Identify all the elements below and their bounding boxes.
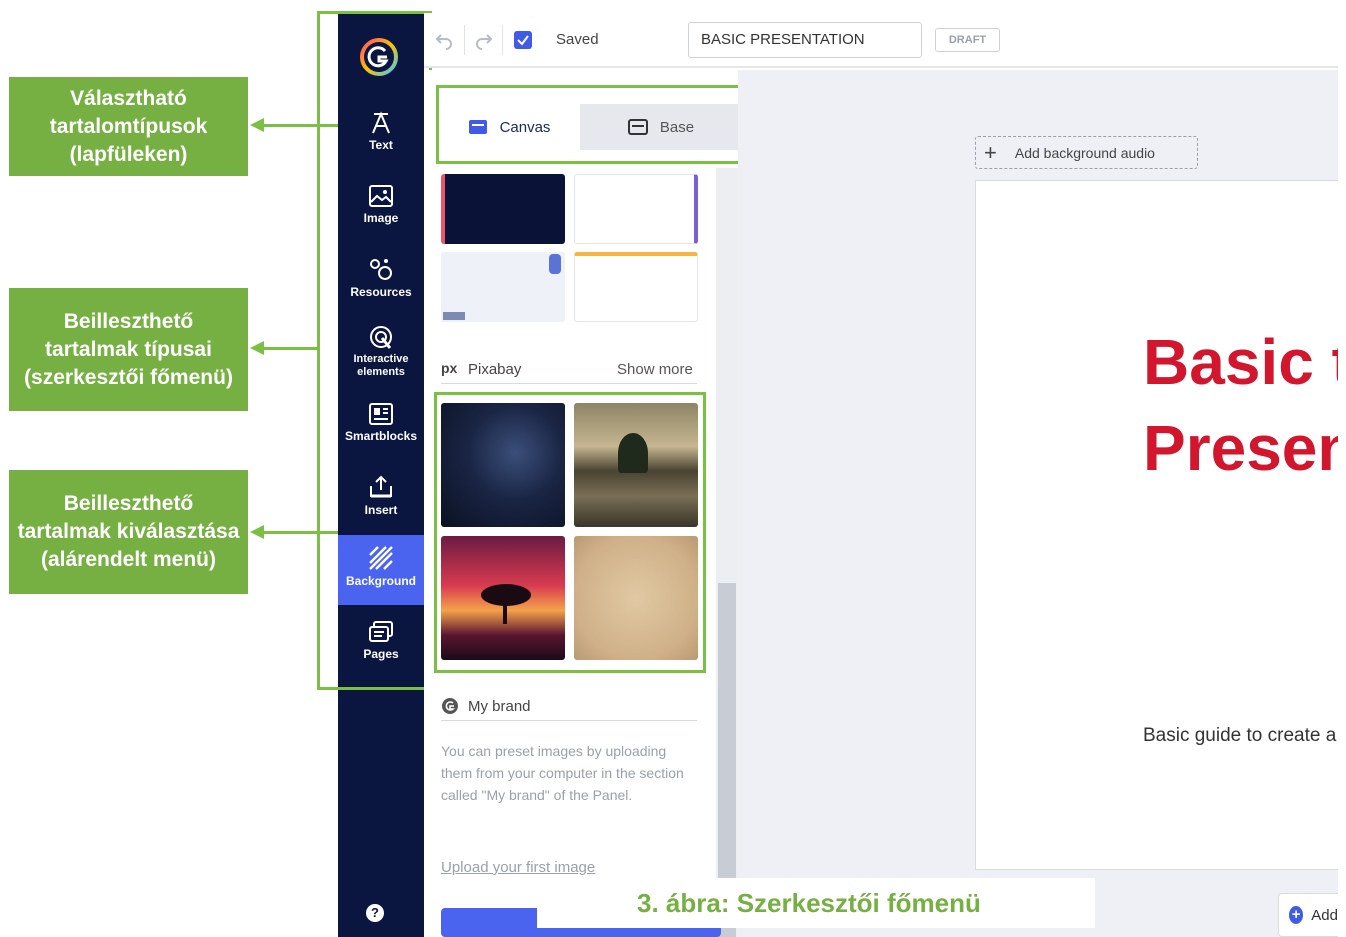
slide-subtitle[interactable]: Basic guide to create a	[1143, 725, 1336, 747]
add-circle-icon: +	[1289, 906, 1304, 924]
status-badge-label: DRAFT	[948, 34, 987, 46]
highlight-pixabay-images	[434, 392, 706, 673]
callout-text: Választható tartalomtípusok (lapfüleken)	[49, 86, 208, 166]
add-background-audio-button[interactable]: + Add background audio	[975, 136, 1198, 169]
show-more-link[interactable]: Show more	[617, 361, 693, 378]
callout-text: Beilleszthető tartalmak típusai (szerkes…	[24, 309, 233, 389]
add-audio-label: Add background audio	[1014, 144, 1155, 161]
divider	[441, 383, 697, 384]
slide-title-line: Presen	[1143, 412, 1338, 484]
my-brand-label: My brand	[468, 698, 531, 715]
help-icon: ?	[371, 905, 379, 920]
highlight-sidebar	[317, 11, 432, 690]
slide-title[interactable]: Basic t Presen	[1143, 319, 1338, 491]
divider	[441, 720, 697, 721]
callout-insertable-select: Beilleszthető tartalmak kiválasztása (al…	[9, 470, 248, 594]
add-page-label: Add	[1311, 906, 1338, 924]
arrow-head-2	[250, 341, 264, 355]
callout-insertable-types: Beilleszthető tartalmak típusai (szerkes…	[9, 288, 248, 411]
panel-scrollbar[interactable]	[716, 168, 738, 937]
my-brand-description: You can preset images by uploading them …	[441, 743, 684, 803]
toolbar-divider	[464, 25, 465, 55]
presentation-title-input[interactable]: BASIC PRESENTATION	[688, 22, 922, 58]
callout-content-types: Választható tartalomtípusok (lapfüleken)	[9, 77, 248, 176]
background-thumb[interactable]	[574, 174, 698, 244]
redo-icon[interactable]	[474, 30, 494, 50]
help-button[interactable]: ?	[366, 904, 384, 922]
undo-icon[interactable]	[434, 30, 454, 50]
add-page-button[interactable]: + Add	[1278, 893, 1338, 937]
arrow-head-3	[250, 525, 264, 539]
upload-image-link[interactable]: Upload your first image	[441, 859, 595, 876]
status-badge: DRAFT	[935, 28, 1000, 52]
figure-caption-text: 3. ábra: Szerkesztői főmenü	[637, 887, 981, 918]
arrow-head-1	[250, 118, 264, 132]
background-thumb[interactable]	[441, 252, 565, 322]
plus-icon: +	[984, 139, 997, 165]
title-value: BASIC PRESENTATION	[701, 31, 865, 48]
background-thumb[interactable]	[441, 174, 565, 244]
arrow-line-2	[262, 347, 318, 350]
brand-icon	[442, 698, 458, 714]
slide-title-line: Basic t	[1143, 326, 1338, 398]
background-thumb[interactable]	[574, 252, 698, 322]
figure-caption: 3. ábra: Szerkesztői főmenü	[537, 878, 1095, 928]
top-toolbar: Saved BASIC PRESENTATION DRAFT	[424, 13, 1338, 68]
toolbar-divider	[502, 25, 503, 55]
pixabay-label: Pixabay	[468, 361, 522, 378]
slide-canvas[interactable]: Basic t Presen Basic guide to create a	[975, 180, 1338, 870]
saved-status: Saved	[556, 31, 599, 48]
highlight-tabs	[436, 85, 753, 164]
callout-text: Beilleszthető tartalmak kiválasztása (al…	[17, 492, 240, 571]
saved-checkbox-icon	[514, 31, 532, 49]
pixabay-icon: px	[441, 360, 458, 376]
